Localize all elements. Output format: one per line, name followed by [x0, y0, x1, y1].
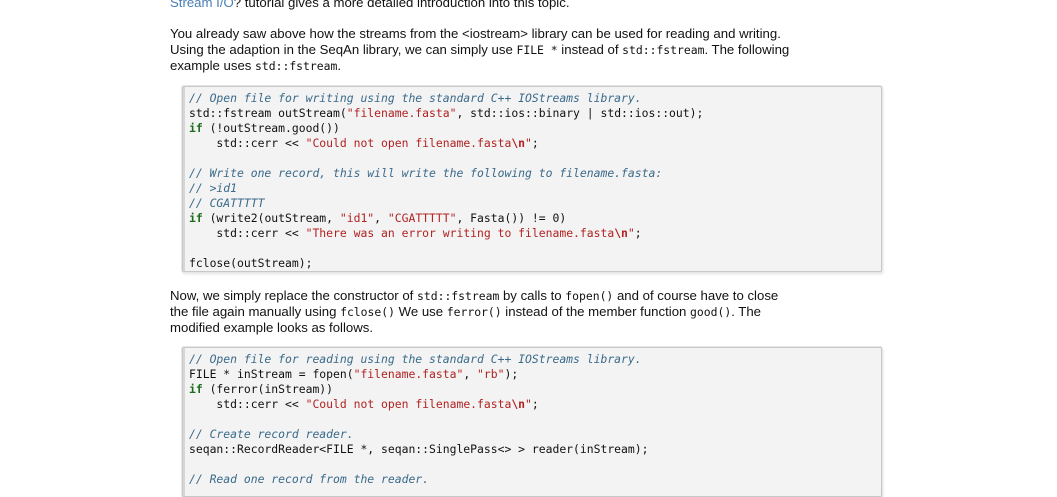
code-string: " — [627, 226, 635, 240]
paragraph-line: modified example looks as follows. — [170, 320, 374, 335]
text: by calls to — [499, 288, 566, 303]
code-text: std::cerr << — [189, 136, 306, 150]
inline-code: ferror() — [446, 305, 502, 319]
paragraph-fopen: Now, we simply replace the constructor o… — [170, 288, 895, 336]
code-escape: \n — [511, 397, 526, 411]
inline-code: fopen() — [565, 289, 614, 303]
code-block-write: // Open file for writing using the stand… — [182, 86, 882, 272]
code-comment: // Read one record from the reader. — [189, 472, 430, 486]
intro-paragraph: Stream I/O? tutorial gives a more detail… — [170, 0, 570, 11]
inline-code: good() — [690, 305, 732, 319]
code-text: ; — [531, 397, 539, 411]
code-line: if (write2(outStream, "id1", "CGATTTTT",… — [189, 211, 881, 226]
inline-code: fclose() — [340, 305, 395, 319]
code-string: "filename.fasta" — [346, 106, 457, 120]
code-text: , — [463, 367, 478, 381]
code-text: (ferror(inStream)) — [202, 382, 334, 396]
code-comment: // CGATTTTT — [189, 196, 265, 210]
code-string: "Could not open filename.fasta — [305, 136, 512, 150]
text: We use — [394, 304, 447, 319]
text: instead of — [557, 42, 623, 57]
code-text: , — [374, 211, 388, 225]
code-text: ; — [634, 226, 642, 240]
code-string: " — [525, 397, 532, 411]
inline-code: std::fstream — [622, 43, 705, 57]
code-text: , std::ios::binary | std::ios::out); — [456, 106, 704, 120]
text: example uses — [170, 58, 256, 73]
code-comment: // Open file for reading using the stand… — [189, 352, 642, 366]
code-text: std::fstream outStream( — [189, 106, 347, 120]
code-string: "rb" — [477, 367, 505, 381]
code-string: "CGATTTTT" — [387, 211, 457, 225]
code-text: , Fasta()) != 0) — [456, 211, 567, 225]
paragraph-line: example uses std::fstream. — [170, 58, 895, 74]
code-text: std::cerr << — [189, 397, 306, 411]
code-line: seqan::RecordReader<FILE *, seqan::Singl… — [189, 442, 649, 456]
text: and of course have to close — [613, 288, 779, 303]
text: instead of the member function — [501, 304, 691, 319]
text: Now, we simply replace the constructor o… — [170, 288, 418, 303]
inline-code: FILE * — [516, 43, 558, 57]
code-text: (write2(outStream, — [202, 211, 340, 225]
text: . The following — [704, 42, 790, 57]
paragraph-line: Now, we simply replace the constructor o… — [170, 288, 895, 304]
text: Using the adaption in the SeqAn library,… — [170, 42, 517, 57]
paragraph-streams: You already saw above how the streams fr… — [170, 26, 895, 74]
code-line: std::cerr << "There was an error writing… — [189, 226, 881, 241]
code-line: std::fstream outStream("filename.fasta",… — [189, 106, 881, 121]
code-comment: // Open file for writing using the stand… — [189, 91, 642, 105]
code-text: std::cerr << — [189, 226, 306, 240]
code-comment: // Create record reader. — [189, 427, 354, 441]
code-text: FILE * inStream = fopen( — [189, 367, 354, 381]
code-string: "id1" — [339, 211, 375, 225]
code-string: "There was an error writing to filename.… — [305, 226, 615, 240]
code-keyword: if — [189, 121, 203, 135]
code-comment: // Write one record, this will write the… — [189, 166, 663, 180]
paragraph-line: You already saw above how the streams fr… — [170, 26, 781, 41]
code-string: " — [525, 136, 532, 150]
code-line: std::cerr << "Could not open filename.fa… — [189, 397, 881, 412]
code-comment: // >id1 — [189, 181, 238, 195]
code-line: if (ferror(inStream)) — [189, 382, 881, 397]
intro-text: ? tutorial gives a more detailed introdu… — [233, 0, 570, 10]
code-escape: \n — [614, 226, 628, 240]
code-line: if (!outStream.good()) — [189, 121, 881, 136]
code-text: ; — [531, 136, 539, 150]
code-text: ); — [504, 367, 519, 381]
code-line: fclose(outStream); — [189, 256, 313, 270]
paragraph-line: the file again manually using fclose() W… — [170, 304, 895, 320]
code-text: (!outStream.good()) — [202, 121, 340, 135]
inline-code: std::fstream — [255, 59, 338, 73]
code-string: "Could not open filename.fasta — [305, 397, 512, 411]
text: the file again manually using — [170, 304, 341, 319]
stream-io-link[interactable]: Stream I/O — [170, 0, 234, 10]
code-keyword: if — [189, 211, 203, 225]
code-keyword: if — [189, 382, 203, 396]
inline-code: std::fstream — [417, 289, 500, 303]
text: . The — [731, 304, 762, 319]
code-line: std::cerr << "Could not open filename.fa… — [189, 136, 881, 151]
paragraph-line: Using the adaption in the SeqAn library,… — [170, 42, 895, 58]
code-block-read: // Open file for reading using the stand… — [182, 347, 882, 497]
text: . — [337, 58, 341, 73]
code-escape: \n — [511, 136, 526, 150]
code-line: FILE * inStream = fopen("filename.fasta"… — [189, 367, 881, 382]
code-string: "filename.fasta" — [353, 367, 464, 381]
